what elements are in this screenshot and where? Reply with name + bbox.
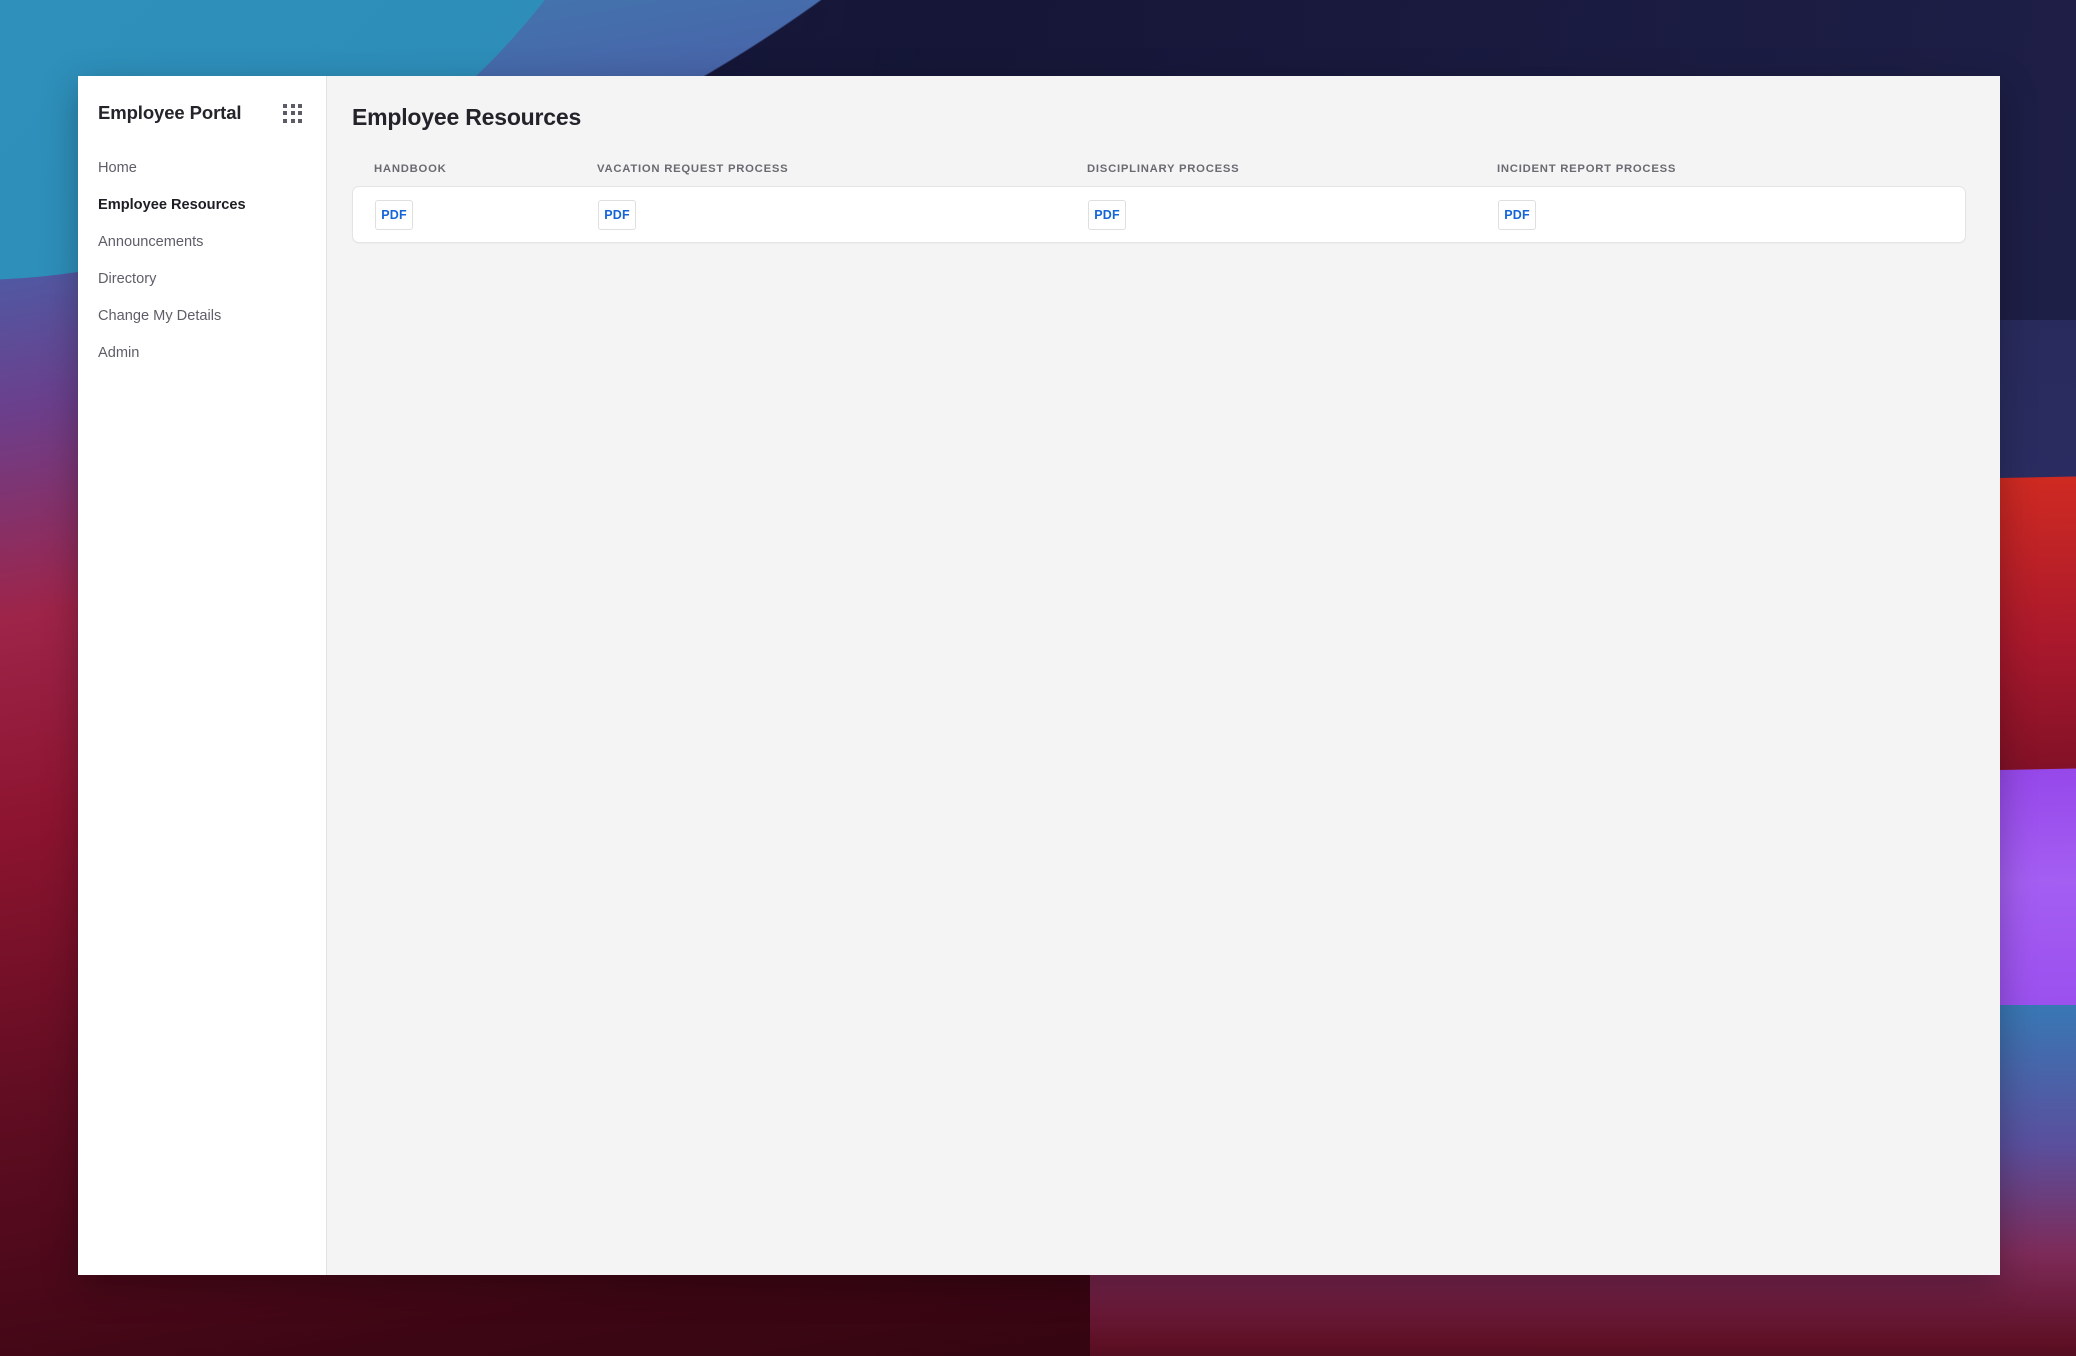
employee-portal-window: Employee Portal Home Employee Resources … (78, 76, 2000, 1275)
desktop-background: Employee Portal Home Employee Resources … (0, 0, 2076, 1356)
table-header-row: HANDBOOK VACATION REQUEST PROCESS DISCIP… (352, 163, 1966, 186)
sidebar-nav: Home Employee Resources Announcements Di… (78, 150, 326, 372)
pdf-link-handbook[interactable]: PDF (375, 199, 413, 230)
grid-dots-icon[interactable] (283, 103, 302, 123)
pdf-link-disciplinary-process[interactable]: PDF (1088, 199, 1126, 230)
main-content: Employee Resources HANDBOOK VACATION REQ… (327, 76, 2000, 1275)
sidebar: Employee Portal Home Employee Resources … (78, 76, 327, 1275)
sidebar-header: Employee Portal (78, 76, 326, 124)
column-header-vacation-request-process: VACATION REQUEST PROCESS (597, 163, 789, 175)
table-row: PDF PDF PDF PDF (352, 186, 1966, 243)
sidebar-item-home[interactable]: Home (78, 150, 326, 187)
sidebar-item-directory[interactable]: Directory (78, 261, 326, 298)
column-header-handbook: HANDBOOK (374, 163, 447, 175)
pdf-link-vacation-request-process[interactable]: PDF (598, 199, 636, 230)
cell-handbook: PDF (353, 199, 598, 230)
employee-resources-table: HANDBOOK VACATION REQUEST PROCESS DISCIP… (352, 163, 1966, 243)
cell-incident-report-process: PDF (1498, 199, 1965, 230)
cell-vacation-request-process: PDF (598, 199, 1088, 230)
pdf-link-incident-report-process[interactable]: PDF (1498, 199, 1536, 230)
sidebar-item-admin[interactable]: Admin (78, 335, 326, 372)
sidebar-item-change-my-details[interactable]: Change My Details (78, 298, 326, 335)
column-header-disciplinary-process: DISCIPLINARY PROCESS (1087, 163, 1240, 175)
column-header-incident-report-process: INCIDENT REPORT PROCESS (1497, 163, 1677, 175)
sidebar-item-announcements[interactable]: Announcements (78, 224, 326, 261)
app-title: Employee Portal (98, 102, 242, 123)
cell-disciplinary-process: PDF (1088, 199, 1498, 230)
sidebar-item-employee-resources[interactable]: Employee Resources (78, 187, 326, 224)
page-title: Employee Resources (352, 104, 582, 130)
